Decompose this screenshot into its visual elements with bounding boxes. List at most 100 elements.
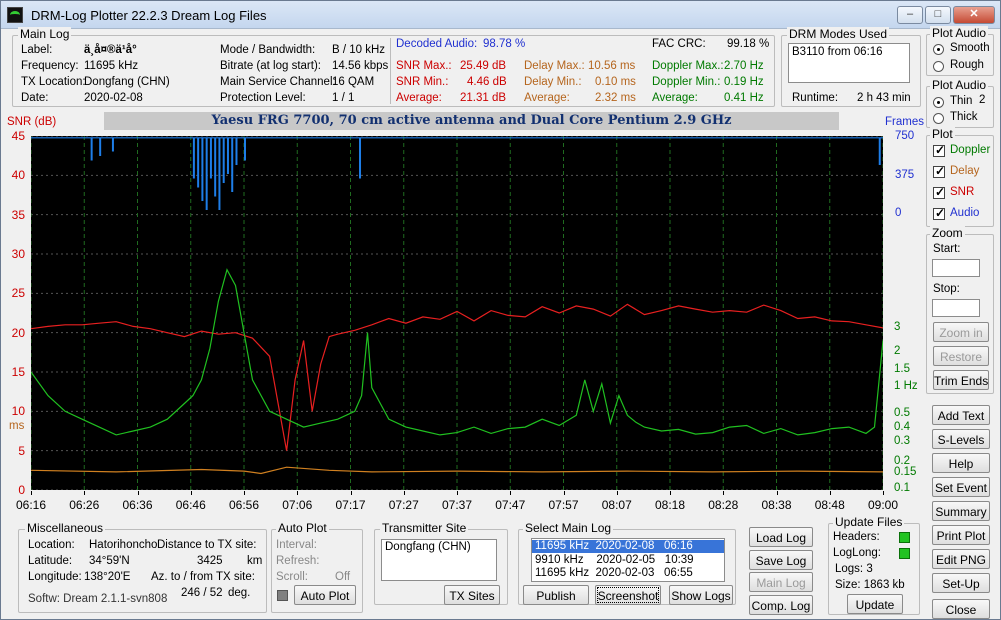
doppler-tick-label: 1.5 (894, 362, 910, 375)
decoded-audio-key: Decoded Audio: (396, 38, 478, 50)
zoom-legend: Zoom (930, 226, 965, 240)
thin-radio[interactable] (933, 97, 944, 108)
location-key: Location: (28, 539, 75, 551)
smooth-radio[interactable] (933, 44, 944, 55)
audio-label: Audio (950, 207, 980, 219)
close-window-button[interactable]: ✕ (953, 6, 995, 24)
thin-label: Thin (950, 95, 973, 107)
close-button[interactable]: Close (932, 599, 990, 619)
rough-radio[interactable] (933, 61, 944, 72)
drm-modes-list[interactable]: B3110 from 06:16 (788, 43, 910, 83)
snr-tick-label: 20 (11, 325, 25, 340)
doppler-label: Doppler (950, 144, 991, 156)
minimize-button[interactable]: – (897, 6, 923, 24)
time-tick-label: 08:18 (655, 498, 686, 512)
edit-png-button[interactable]: Edit PNG (932, 549, 990, 569)
add-text-button[interactable]: Add Text (932, 405, 990, 425)
snr-min-key: SNR Min.: (396, 76, 449, 88)
snr-tick-label: 5 (18, 443, 25, 458)
plot-area[interactable] (30, 135, 884, 491)
tx-site-list[interactable]: Dongfang (CHN) (381, 539, 497, 581)
protection-value: 1 / 1 (332, 92, 355, 104)
doppler-tick-label: 2 (894, 344, 901, 357)
delay-min-key: Delay Min.: (524, 76, 582, 88)
protection-key: Protection Level: (220, 92, 306, 104)
set-event-button[interactable]: Set Event (932, 477, 990, 497)
help-button[interactable]: Help (932, 453, 990, 473)
doppler-tick-label: 0.15 (894, 466, 917, 479)
comp-log-button[interactable]: Comp. Log (749, 595, 813, 615)
audio-dropout-bar (205, 138, 208, 210)
azimuth-key: Az. to / from TX site: (151, 571, 255, 583)
time-tick-mark (350, 491, 352, 495)
log-list-item[interactable]: 11695 kHz 2020-02-08 06:16 (532, 540, 724, 553)
decoded-audio-value: 98.78 % (483, 38, 526, 50)
headers-label: Headers: (833, 531, 880, 543)
trim-ends-button[interactable]: Trim Ends (933, 370, 989, 390)
doppler-checkbox[interactable] (933, 143, 945, 157)
audio-dropout-bar (197, 138, 200, 188)
msc-value: 16 QAM (332, 76, 375, 88)
longitude-key: Longitude: (28, 571, 82, 583)
distance-value: 3425 (197, 555, 223, 567)
publish-button[interactable]: Publish (523, 585, 589, 605)
audio-dropout-bar (214, 138, 217, 197)
title-bar: DRM-Log Plotter 22.2.3 Dream Log Files –… (1, 1, 1000, 29)
log-list-item[interactable]: 11695 kHz 2020-02-03 06:55 (532, 567, 724, 580)
time-tick-label: 07:47 (495, 498, 526, 512)
snr-min-value: 4.46 dB (467, 76, 507, 88)
print-plot-button[interactable]: Print Plot (932, 525, 990, 545)
save-log-button[interactable]: Save Log (749, 550, 813, 570)
time-tick-mark (31, 491, 32, 495)
restore-button[interactable]: Restore (933, 346, 989, 366)
tx-sites-button[interactable]: TX Sites (444, 585, 500, 605)
delay-checkbox[interactable] (933, 164, 945, 178)
thick-radio[interactable] (933, 113, 944, 124)
snr-tick-label: 15 (11, 365, 25, 379)
thick-label: Thick (950, 111, 978, 123)
delay-max-key: Delay Max.: (524, 60, 585, 72)
distance-key: Distance to TX site: (157, 539, 257, 551)
zoom-stop-input[interactable] (932, 299, 980, 317)
s-levels-button[interactable]: S-Levels (932, 429, 990, 449)
audio-checkbox[interactable] (933, 206, 945, 220)
snr-avg-value: 21.31 dB (460, 92, 507, 104)
mode-value: B / 10 kHz (332, 44, 386, 56)
time-tick-mark (883, 491, 884, 495)
doppler-avg-key: Average: (652, 92, 698, 104)
audio-dropout-bar (235, 138, 238, 165)
log-list[interactable]: 11695 kHz 2020-02-08 06:16 9910 kHz 2020… (531, 538, 725, 582)
zoom-start-input[interactable] (932, 259, 980, 277)
plot-series-legend: Plot (930, 127, 955, 141)
doppler-avg-value: 0.41 Hz (724, 92, 764, 104)
main-log-button[interactable]: Main Log (749, 572, 813, 592)
show-logs-button[interactable]: Show Logs (669, 585, 733, 605)
log-list-item[interactable]: 9910 kHz 2020-02-05 10:39 (532, 554, 724, 567)
runtime-value: 2 h 43 min (857, 92, 911, 104)
summary-button[interactable]: Summary (932, 501, 990, 521)
set-up-button[interactable]: Set-Up (932, 573, 990, 593)
snr-tick-label: 40 (11, 168, 25, 183)
latitude-key: Latitude: (28, 555, 73, 567)
time-tick-mark (84, 491, 86, 495)
latitude-value: 34°59'N (89, 555, 130, 567)
time-tick-label: 06:26 (69, 498, 100, 512)
interval-label: Interval: (276, 539, 317, 551)
time-tick-label: 08:28 (708, 498, 739, 512)
update-button[interactable]: Update (847, 594, 903, 614)
snr-checkbox[interactable] (933, 185, 945, 199)
zoom-in-button[interactable]: Zoom in (933, 322, 989, 342)
time-tick-label: 08:48 (814, 498, 845, 512)
screenshot-button[interactable]: Screenshot (595, 585, 661, 605)
snr-tick-label: 25 (11, 286, 25, 301)
audio-dropout-bar (192, 138, 195, 179)
doppler-tick-label: 1 Hz (894, 379, 918, 392)
snr-max-value: 25.49 dB (460, 60, 507, 72)
smooth-label: Smooth (950, 42, 990, 54)
audio-dropout-bar (99, 138, 102, 156)
maximize-button[interactable]: □ (925, 6, 951, 24)
bitrate-value: 14.56 kbps (332, 60, 389, 72)
load-log-button[interactable]: Load Log (749, 527, 813, 547)
drm-modes-legend: DRM Modes Used (787, 27, 890, 41)
auto-plot-button[interactable]: Auto Plot (294, 585, 356, 605)
